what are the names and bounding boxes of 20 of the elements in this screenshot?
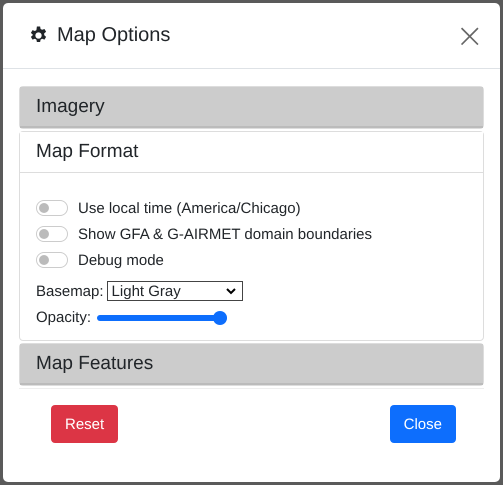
- slider-thumb[interactable]: [213, 310, 228, 324]
- reset-button[interactable]: Reset: [51, 405, 118, 443]
- settings-icon: [29, 26, 48, 45]
- toggle-switch[interactable]: [36, 252, 68, 268]
- toggle-switch[interactable]: [36, 200, 68, 216]
- accordion-header[interactable]: Map Format: [20, 132, 483, 173]
- toggle-label: Show GFA & G-AIRMET domain boundaries: [78, 226, 372, 242]
- opacity-slider[interactable]: [97, 310, 228, 324]
- accordion-header[interactable]: Map Features: [20, 344, 483, 385]
- close-button[interactable]: Close: [390, 405, 456, 443]
- toggle-switch[interactable]: [36, 226, 68, 242]
- window-title: Map Options: [57, 24, 172, 47]
- basemap-dropdown[interactable]: Light Gray: [106, 281, 243, 301]
- chevron-icon: [226, 288, 236, 294]
- accordion-header[interactable]: Imagery: [20, 87, 483, 128]
- toggle-label: Debug mode: [78, 252, 164, 268]
- opacity-label: Opacity:: [36, 309, 92, 326]
- toggle-label: Use local time (America/Chicago): [78, 200, 301, 216]
- close-button[interactable]: ×: [456, 18, 484, 52]
- basemap-label: Basemap:: [36, 282, 104, 300]
